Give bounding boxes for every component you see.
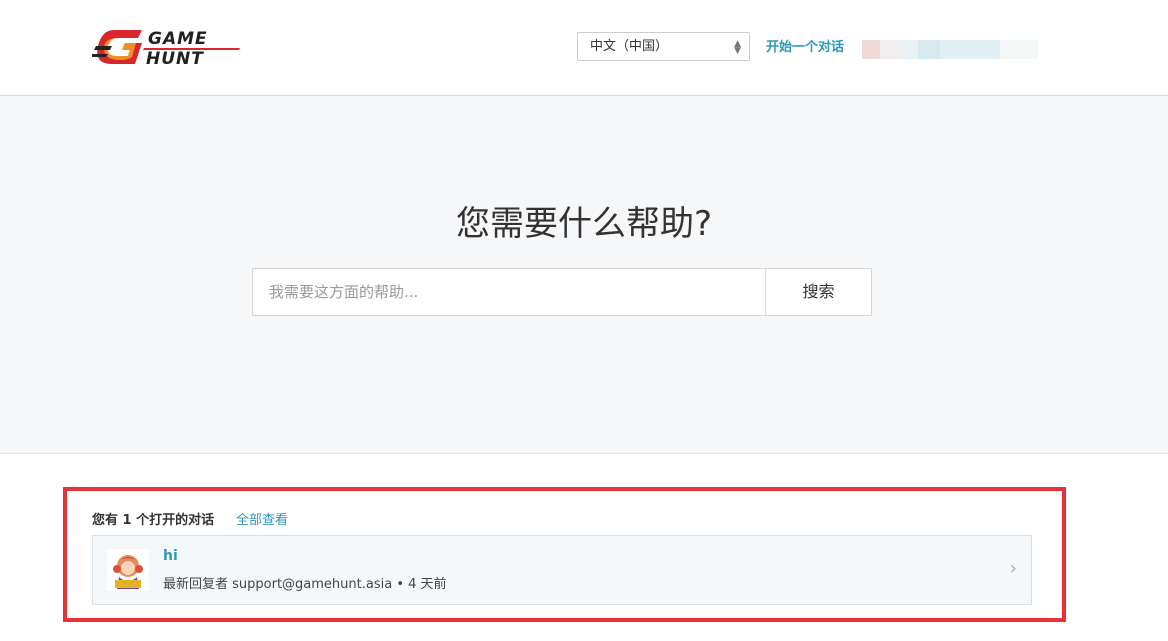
chevron-right-icon: › xyxy=(1009,558,1017,579)
search-input[interactable]: 我需要这方面的帮助... xyxy=(252,268,766,316)
conversations-heading: 您有 1 个打开的对话 xyxy=(92,513,215,528)
select-arrows-icon: ▲ ▼ xyxy=(734,39,741,56)
language-select[interactable]: 中文（中国） ▲ ▼ xyxy=(577,32,750,61)
user-account-menu[interactable] xyxy=(862,40,1038,59)
start-conversation-link[interactable]: 开始一个对话 xyxy=(766,36,844,55)
search-hero: 您需要什么帮助? 我需要这方面的帮助... 搜索 xyxy=(0,96,1168,454)
conversation-meta: 最新回复者 support@gamehunt.asia • 4 天前 xyxy=(163,577,447,592)
open-conversations-panel: 您有 1 个打开的对话 全部查看 hi 最新回复者 support@gamehu… xyxy=(63,487,1066,622)
logo-text-game: GAME xyxy=(148,29,208,49)
search-button[interactable]: 搜索 xyxy=(765,268,872,316)
logo-text-hunt: HUNT xyxy=(146,49,204,69)
view-all-link[interactable]: 全部查看 xyxy=(236,509,288,528)
gamehunt-logo[interactable]: GAME HUNT xyxy=(92,24,242,70)
page-title: 您需要什么帮助? xyxy=(455,204,713,244)
top-header: GAME HUNT 中文（中国） ▲ ▼ 开始一个对话 xyxy=(0,0,1168,96)
conversation-title[interactable]: hi xyxy=(163,548,178,564)
conversation-row[interactable]: hi 最新回复者 support@gamehunt.asia • 4 天前 › xyxy=(92,535,1032,605)
avatar xyxy=(107,549,149,591)
language-select-value: 中文（中国） xyxy=(590,39,669,54)
